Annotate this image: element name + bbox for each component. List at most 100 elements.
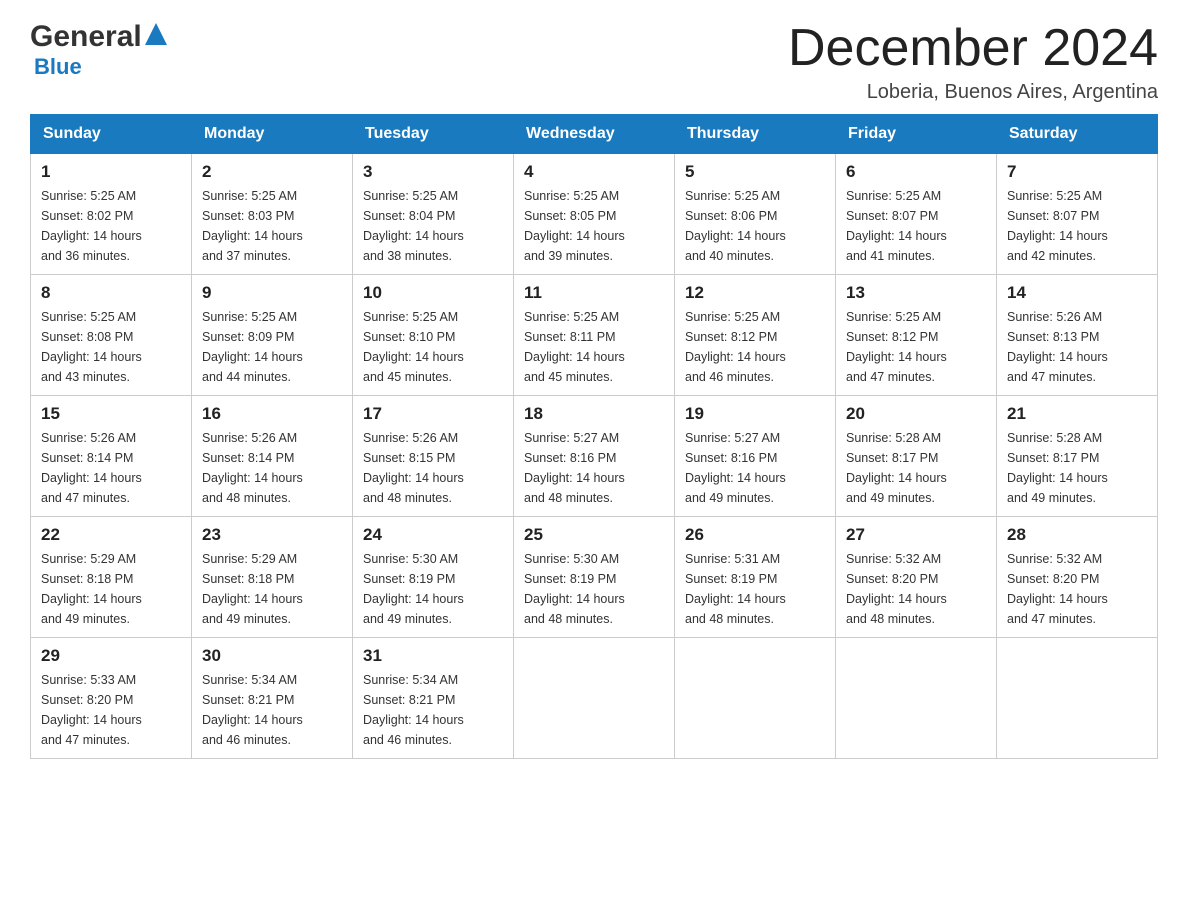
day-info: Sunrise: 5:25 AMSunset: 8:12 PMDaylight:… <box>846 307 986 387</box>
header-tuesday: Tuesday <box>353 115 514 154</box>
day-number: 30 <box>202 646 342 666</box>
calendar-cell: 28 Sunrise: 5:32 AMSunset: 8:20 PMDayligh… <box>997 517 1158 638</box>
week-row-3: 15Sunrise: 5:26 AMSunset: 8:14 PMDayligh… <box>31 396 1158 517</box>
day-info: Sunrise: 5:33 AMSunset: 8:20 PMDaylight:… <box>41 670 181 750</box>
day-number: 2 <box>202 162 342 182</box>
day-number: 28 <box>1007 525 1147 545</box>
calendar-cell: 31Sunrise: 5:34 AMSunset: 8:21 PMDayligh… <box>353 638 514 759</box>
calendar-cell: 5Sunrise: 5:25 AMSunset: 8:06 PMDaylight… <box>675 154 836 275</box>
calendar-cell: 7 Sunrise: 5:25 AMSunset: 8:07 PMDaylight… <box>997 154 1158 275</box>
day-number: 18 <box>524 404 664 424</box>
day-number: 13 <box>846 283 986 303</box>
title-section: December 2024 Loberia, Buenos Aires, Arg… <box>788 20 1158 104</box>
location-text: Loberia, Buenos Aires, Argentina <box>788 81 1158 104</box>
day-info: Sunrise: 5:32 AMSunset: 8:20 PMDaylight:… <box>1007 549 1147 629</box>
day-info: Sunrise: 5:25 AMSunset: 8:04 PMDaylight:… <box>363 186 503 266</box>
day-number: 21 <box>1007 404 1147 424</box>
day-info: Sunrise: 5:31 AMSunset: 8:19 PMDaylight:… <box>685 549 825 629</box>
calendar-cell: 18 Sunrise: 5:27 AMSunset: 8:16 PMDayligh… <box>514 396 675 517</box>
calendar-cell: 17Sunrise: 5:26 AMSunset: 8:15 PMDayligh… <box>353 396 514 517</box>
calendar-cell <box>836 638 997 759</box>
day-number: 31 <box>363 646 503 666</box>
header-saturday: Saturday <box>997 115 1158 154</box>
calendar-cell: 15Sunrise: 5:26 AMSunset: 8:14 PMDayligh… <box>31 396 192 517</box>
day-number: 23 <box>202 525 342 545</box>
day-number: 27 <box>846 525 986 545</box>
calendar-table: SundayMondayTuesdayWednesdayThursdayFrid… <box>30 114 1158 759</box>
month-year-title: December 2024 <box>788 20 1158 77</box>
day-number: 29 <box>41 646 181 666</box>
day-info: Sunrise: 5:25 AMSunset: 8:07 PMDaylight:… <box>1007 186 1147 266</box>
calendar-cell: 30 Sunrise: 5:34 AMSunset: 8:21 PMDayligh… <box>192 638 353 759</box>
calendar-cell: 13 Sunrise: 5:25 AMSunset: 8:12 PMDayligh… <box>836 275 997 396</box>
day-info: Sunrise: 5:26 AMSunset: 8:14 PMDaylight:… <box>41 428 181 508</box>
calendar-cell: 8 Sunrise: 5:25 AMSunset: 8:08 PMDaylight… <box>31 275 192 396</box>
day-info: Sunrise: 5:34 AMSunset: 8:21 PMDaylight:… <box>202 670 342 750</box>
day-number: 12 <box>685 283 825 303</box>
header-friday: Friday <box>836 115 997 154</box>
calendar-header-row: SundayMondayTuesdayWednesdayThursdayFrid… <box>31 115 1158 154</box>
calendar-cell <box>675 638 836 759</box>
day-number: 6 <box>846 162 986 182</box>
calendar-cell: 16 Sunrise: 5:26 AMSunset: 8:14 PMDayligh… <box>192 396 353 517</box>
calendar-cell <box>514 638 675 759</box>
day-info: Sunrise: 5:25 AMSunset: 8:05 PMDaylight:… <box>524 186 664 266</box>
header-wednesday: Wednesday <box>514 115 675 154</box>
calendar-cell: 9 Sunrise: 5:25 AMSunset: 8:09 PMDaylight… <box>192 275 353 396</box>
calendar-cell: 20 Sunrise: 5:28 AMSunset: 8:17 PMDayligh… <box>836 396 997 517</box>
day-info: Sunrise: 5:27 AMSunset: 8:16 PMDaylight:… <box>524 428 664 508</box>
day-number: 8 <box>41 283 181 303</box>
week-row-5: 29 Sunrise: 5:33 AMSunset: 8:20 PMDayligh… <box>31 638 1158 759</box>
day-number: 14 <box>1007 283 1147 303</box>
calendar-cell: 27 Sunrise: 5:32 AMSunset: 8:20 PMDayligh… <box>836 517 997 638</box>
day-number: 16 <box>202 404 342 424</box>
calendar-cell: 1 Sunrise: 5:25 AMSunset: 8:02 PMDaylight… <box>31 154 192 275</box>
header-monday: Monday <box>192 115 353 154</box>
day-info: Sunrise: 5:25 AMSunset: 8:07 PMDaylight:… <box>846 186 986 266</box>
day-number: 19 <box>685 404 825 424</box>
day-info: Sunrise: 5:25 AMSunset: 8:12 PMDaylight:… <box>685 307 825 387</box>
calendar-cell: 14 Sunrise: 5:26 AMSunset: 8:13 PMDayligh… <box>997 275 1158 396</box>
day-number: 26 <box>685 525 825 545</box>
day-info: Sunrise: 5:25 AMSunset: 8:10 PMDaylight:… <box>363 307 503 387</box>
calendar-cell: 26 Sunrise: 5:31 AMSunset: 8:19 PMDayligh… <box>675 517 836 638</box>
day-info: Sunrise: 5:29 AMSunset: 8:18 PMDaylight:… <box>41 549 181 629</box>
day-number: 1 <box>41 162 181 182</box>
calendar-cell: 4Sunrise: 5:25 AMSunset: 8:05 PMDaylight… <box>514 154 675 275</box>
day-info: Sunrise: 5:25 AMSunset: 8:02 PMDaylight:… <box>41 186 181 266</box>
day-info: Sunrise: 5:25 AMSunset: 8:03 PMDaylight:… <box>202 186 342 266</box>
day-info: Sunrise: 5:30 AMSunset: 8:19 PMDaylight:… <box>524 549 664 629</box>
page-header: General Blue December 2024 Loberia, Buen… <box>30 20 1158 104</box>
day-number: 17 <box>363 404 503 424</box>
day-number: 11 <box>524 283 664 303</box>
day-info: Sunrise: 5:29 AMSunset: 8:18 PMDaylight:… <box>202 549 342 629</box>
logo-blue-text: Blue <box>34 54 82 79</box>
day-info: Sunrise: 5:27 AMSunset: 8:16 PMDaylight:… <box>685 428 825 508</box>
day-info: Sunrise: 5:25 AMSunset: 8:06 PMDaylight:… <box>685 186 825 266</box>
calendar-cell: 2 Sunrise: 5:25 AMSunset: 8:03 PMDaylight… <box>192 154 353 275</box>
day-info: Sunrise: 5:26 AMSunset: 8:13 PMDaylight:… <box>1007 307 1147 387</box>
day-number: 9 <box>202 283 342 303</box>
day-info: Sunrise: 5:28 AMSunset: 8:17 PMDaylight:… <box>846 428 986 508</box>
calendar-cell: 29 Sunrise: 5:33 AMSunset: 8:20 PMDayligh… <box>31 638 192 759</box>
day-info: Sunrise: 5:32 AMSunset: 8:20 PMDaylight:… <box>846 549 986 629</box>
day-info: Sunrise: 5:25 AMSunset: 8:11 PMDaylight:… <box>524 307 664 387</box>
header-sunday: Sunday <box>31 115 192 154</box>
day-number: 20 <box>846 404 986 424</box>
day-info: Sunrise: 5:30 AMSunset: 8:19 PMDaylight:… <box>363 549 503 629</box>
calendar-cell: 12 Sunrise: 5:25 AMSunset: 8:12 PMDayligh… <box>675 275 836 396</box>
day-info: Sunrise: 5:26 AMSunset: 8:14 PMDaylight:… <box>202 428 342 508</box>
calendar-cell: 19 Sunrise: 5:27 AMSunset: 8:16 PMDayligh… <box>675 396 836 517</box>
day-number: 10 <box>363 283 503 303</box>
logo-general-text: General <box>30 20 142 54</box>
calendar-cell: 10 Sunrise: 5:25 AMSunset: 8:10 PMDayligh… <box>353 275 514 396</box>
day-number: 24 <box>363 525 503 545</box>
calendar-cell: 6 Sunrise: 5:25 AMSunset: 8:07 PMDaylight… <box>836 154 997 275</box>
calendar-cell: 21Sunrise: 5:28 AMSunset: 8:17 PMDayligh… <box>997 396 1158 517</box>
day-number: 22 <box>41 525 181 545</box>
calendar-cell: 25Sunrise: 5:30 AMSunset: 8:19 PMDayligh… <box>514 517 675 638</box>
logo: General Blue <box>30 20 167 80</box>
day-number: 7 <box>1007 162 1147 182</box>
day-info: Sunrise: 5:25 AMSunset: 8:09 PMDaylight:… <box>202 307 342 387</box>
day-info: Sunrise: 5:25 AMSunset: 8:08 PMDaylight:… <box>41 307 181 387</box>
